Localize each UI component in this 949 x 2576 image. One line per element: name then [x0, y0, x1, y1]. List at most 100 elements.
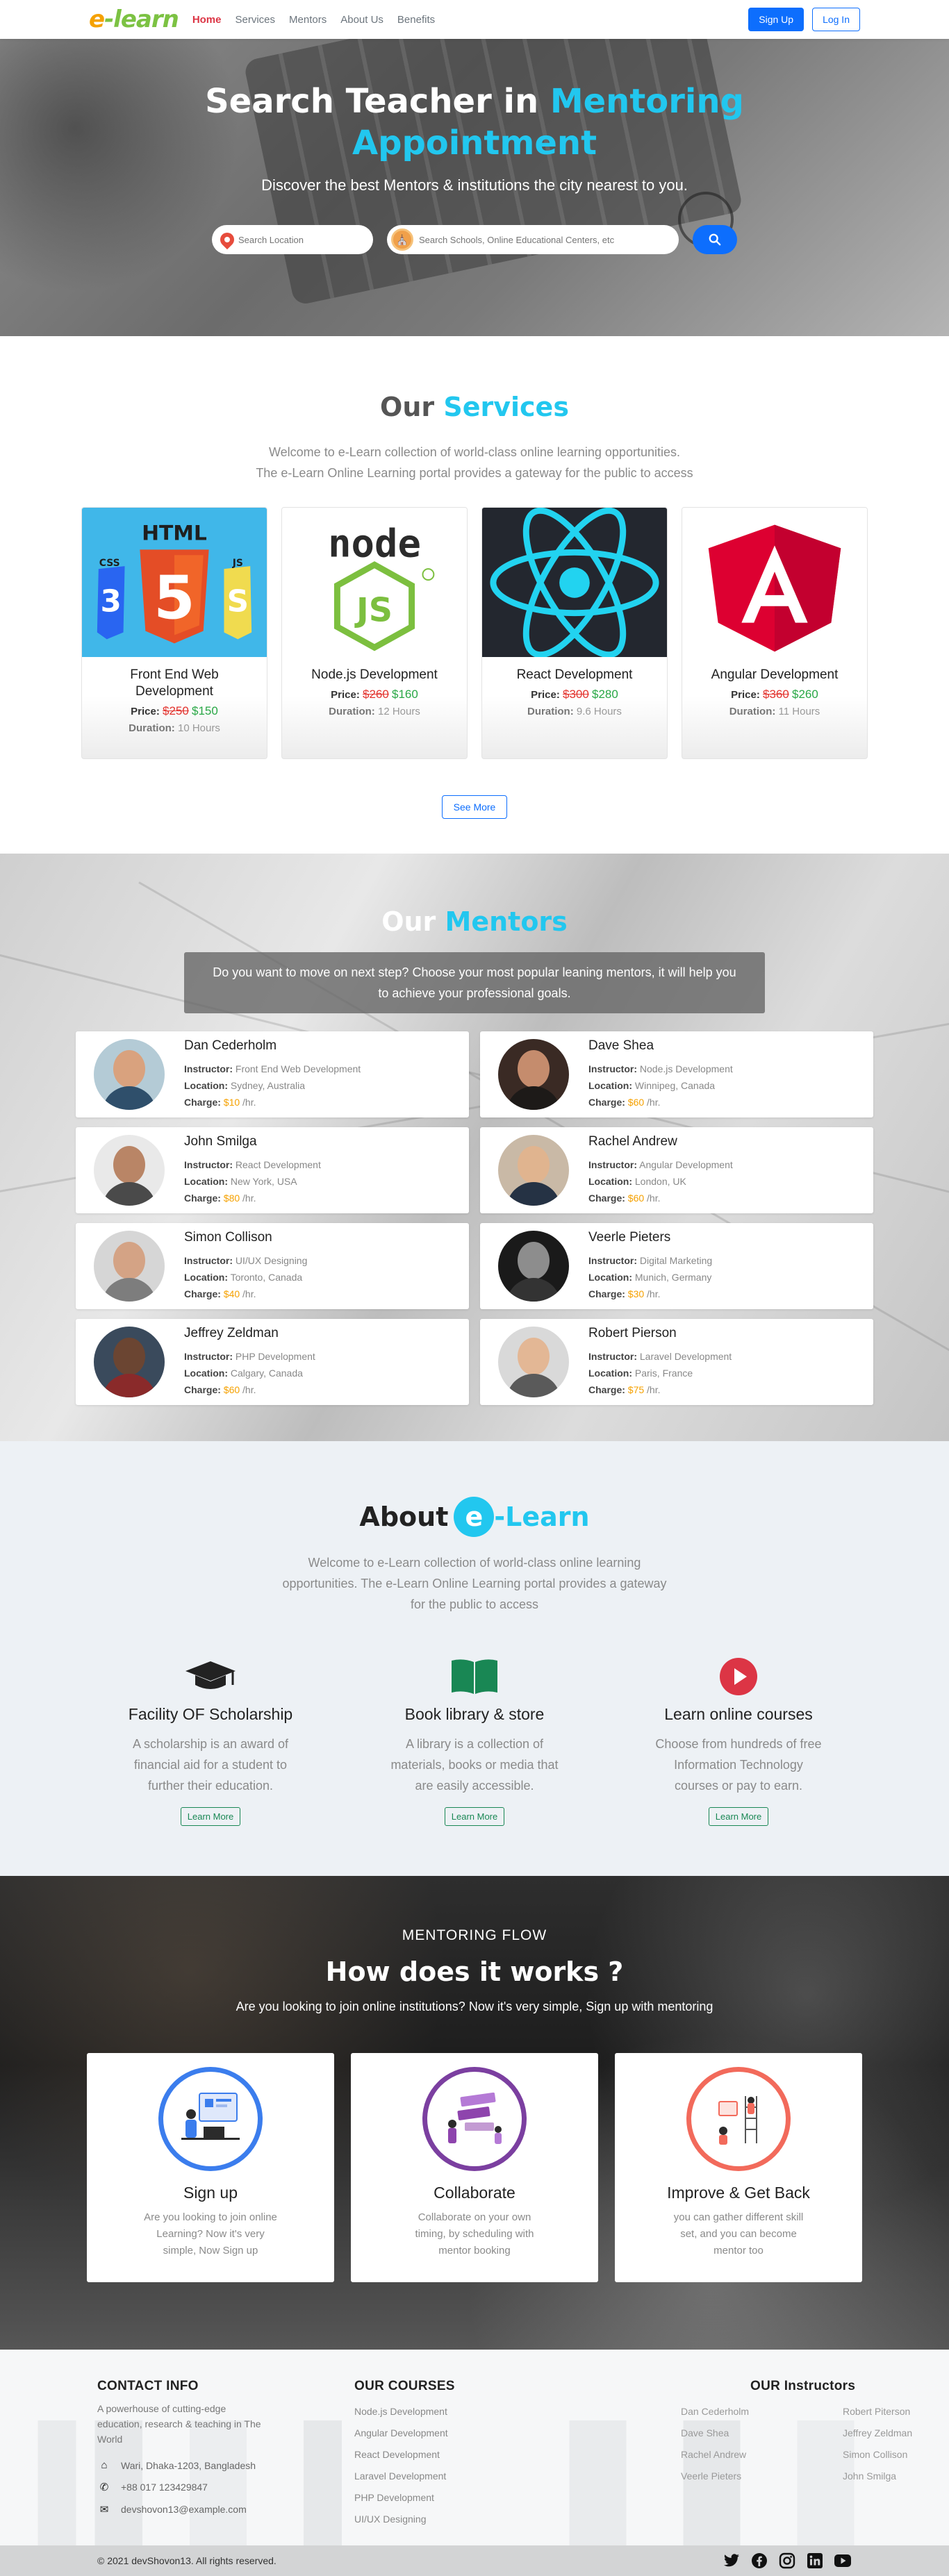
- mentor-card[interactable]: Veerle Pieters Instructor: Digital Marke…: [480, 1223, 873, 1309]
- avatar: [498, 1231, 569, 1302]
- course-card[interactable]: HTML CSS 3 JS S 5 Front End Web Developm…: [81, 507, 267, 759]
- login-button[interactable]: Log In: [812, 8, 860, 31]
- footer-course-link[interactable]: React Development: [354, 2444, 681, 2466]
- mentor-card[interactable]: Simon Collison Instructor: UI/UX Designi…: [76, 1223, 469, 1309]
- course-links: Node.js Development Angular Development …: [354, 2401, 681, 2530]
- mentor-location: Location: Calgary, Canada: [184, 1365, 315, 1381]
- school-search-input[interactable]: [419, 234, 675, 245]
- location-label: Location:: [184, 1272, 228, 1283]
- feature-title: Book library & store: [404, 1705, 545, 1723]
- svg-text:HTML: HTML: [142, 521, 207, 545]
- nav-link-benefits[interactable]: Benefits: [397, 14, 435, 26]
- instagram-icon[interactable]: [778, 2552, 796, 2570]
- learn-more-button[interactable]: Learn More: [444, 1807, 505, 1826]
- mentor-card[interactable]: Robert Pierson Instructor: Laravel Devel…: [480, 1319, 873, 1405]
- home-icon: ⌂: [101, 2459, 108, 2471]
- location-value: Sydney, Australia: [230, 1080, 306, 1091]
- duration-label: Duration:: [729, 706, 776, 717]
- twitter-icon[interactable]: [723, 2552, 741, 2570]
- feature-card: Learn online courses Choose from hundred…: [631, 1658, 846, 1826]
- svg-text:node: node: [328, 521, 421, 566]
- feature-title: Learn online courses: [664, 1705, 813, 1723]
- instructor-label: Instructor:: [184, 1351, 233, 1362]
- location-value: Calgary, Canada: [230, 1368, 303, 1379]
- old-price: $250: [163, 704, 189, 717]
- svg-text:CSS: CSS: [99, 558, 120, 569]
- mentor-location: Location: Paris, France: [588, 1365, 732, 1381]
- mentor-card[interactable]: Rachel Andrew Instructor: Angular Develo…: [480, 1127, 873, 1213]
- course-card[interactable]: React Development Price: $300 $280 Durat…: [481, 507, 668, 759]
- footer-instructor-link[interactable]: John Smilga: [843, 2466, 947, 2487]
- footer-instructor-link[interactable]: Robert Piterson: [843, 2401, 947, 2423]
- footer-course-link[interactable]: Angular Development: [354, 2423, 681, 2444]
- linkedin-icon[interactable]: [806, 2552, 824, 2570]
- footer-instructor-link[interactable]: Simon Collison: [843, 2444, 947, 2466]
- new-price: $150: [192, 704, 218, 717]
- mentor-charge: Charge: $60 /hr.: [588, 1190, 733, 1206]
- hero-section: Search Teacher in Mentoring Appointment …: [0, 39, 949, 336]
- nav-link-mentors[interactable]: Mentors: [289, 14, 327, 26]
- footer-instructor-link[interactable]: Rachel Andrew: [681, 2444, 843, 2466]
- mentors-title: Our Mentors: [0, 906, 949, 937]
- learn-more-button[interactable]: Learn More: [180, 1807, 241, 1826]
- course-price: Price: $250 $150: [82, 704, 267, 718]
- charge-value: $60: [223, 1384, 240, 1395]
- mentor-card[interactable]: Dave Shea Instructor: Node.js Developmen…: [480, 1031, 873, 1117]
- mentor-instructor: Instructor: React Development: [184, 1156, 321, 1173]
- services-desc-line2: The e-Learn Online Learning portal provi…: [256, 466, 693, 480]
- mentor-instructor: Instructor: Front End Web Development: [184, 1061, 361, 1077]
- about-description: Welcome to e-Learn collection of world-c…: [282, 1556, 667, 1611]
- old-price: $360: [763, 688, 789, 701]
- nav-right: Sign Up Log In: [748, 8, 860, 31]
- course-title: Front End Web Development: [130, 667, 219, 699]
- mentor-instructor: Instructor: UI/UX Designing: [184, 1252, 307, 1269]
- charge-label: Charge:: [588, 1097, 625, 1108]
- instructors-title: OUR Instructors: [750, 2379, 856, 2393]
- footer-instructor-link[interactable]: Jeffrey Zeldman: [843, 2423, 947, 2444]
- youtube-icon[interactable]: [834, 2552, 852, 2570]
- nav-link-about[interactable]: About Us: [340, 14, 383, 26]
- courses-column: OUR COURSES Node.js Development Angular …: [354, 2379, 681, 2530]
- course-grid: HTML CSS 3 JS S 5 Front End Web Developm…: [0, 507, 949, 759]
- footer-course-link[interactable]: Node.js Development: [354, 2401, 681, 2423]
- feature-description: A library is a collection of materials, …: [390, 1737, 559, 1793]
- footer-course-link[interactable]: Laravel Development: [354, 2466, 681, 2487]
- how-it-works-section: MENTORING FLOW How does it works ? Are y…: [0, 1876, 949, 2350]
- old-price: $260: [363, 688, 389, 701]
- learn-more-button[interactable]: Learn More: [708, 1807, 769, 1826]
- improve-illustration: [686, 2067, 791, 2171]
- course-card[interactable]: node JS Node.js Development Price: $260 …: [281, 507, 468, 759]
- footer-instructor-link[interactable]: Veerle Pieters: [681, 2466, 843, 2487]
- nav-link-home[interactable]: Home: [192, 14, 222, 26]
- facebook-icon[interactable]: [750, 2552, 768, 2570]
- signup-button[interactable]: Sign Up: [748, 8, 804, 31]
- svg-text:5: 5: [154, 565, 195, 633]
- logo[interactable]: e-learn: [89, 8, 179, 31]
- location-input[interactable]: [238, 234, 365, 245]
- search-bar: ⛪: [0, 225, 949, 254]
- nav-link-services[interactable]: Services: [236, 14, 276, 26]
- charge-value: $60: [627, 1097, 645, 1108]
- price-label: Price:: [731, 689, 760, 701]
- mentor-card[interactable]: John Smilga Instructor: React Developmen…: [76, 1127, 469, 1213]
- footer-tagline: A powerhouse of cutting-edge education, …: [97, 2403, 261, 2445]
- mentor-card[interactable]: Dan Cederholm Instructor: Front End Web …: [76, 1031, 469, 1117]
- search-button[interactable]: [693, 225, 737, 254]
- footer-instructor-link[interactable]: Dave Shea: [681, 2423, 843, 2444]
- mentor-location: Location: Winnipeg, Canada: [588, 1077, 733, 1094]
- mentors-title-plain: Our: [381, 906, 445, 937]
- footer-instructor-link[interactable]: Dan Cederholm: [681, 2401, 843, 2423]
- envelope-icon: ✉: [99, 2504, 109, 2516]
- address-text: Wari, Dhaka-1203, Bangladesh: [121, 2459, 256, 2471]
- charge-unit: /hr.: [240, 1384, 256, 1395]
- mentor-card[interactable]: Jeffrey Zeldman Instructor: PHP Developm…: [76, 1319, 469, 1405]
- mentor-instructor: Instructor: Laravel Development: [588, 1348, 732, 1365]
- feature-card: Book library & store A library is a coll…: [367, 1658, 582, 1826]
- charge-unit: /hr.: [240, 1193, 256, 1204]
- footer-course-link[interactable]: UI/UX Designing: [354, 2509, 681, 2530]
- phone-item: ✆ +88 017 123429847: [97, 2481, 354, 2493]
- footer-course-link[interactable]: PHP Development: [354, 2487, 681, 2509]
- charge-unit: /hr.: [240, 1097, 256, 1108]
- course-card[interactable]: Angular Development Price: $360 $260 Dur…: [682, 507, 868, 759]
- see-more-button[interactable]: See More: [441, 795, 508, 819]
